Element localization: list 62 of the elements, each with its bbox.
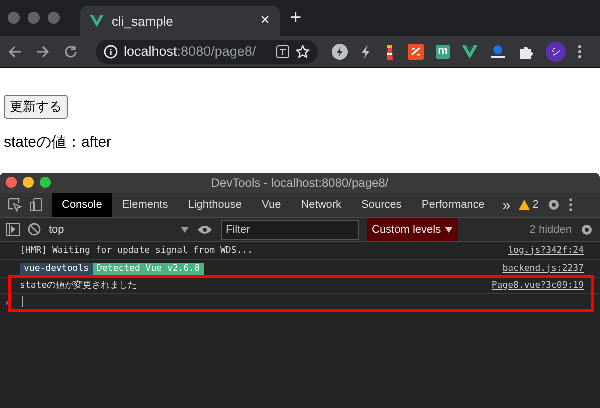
lighthouse-icon[interactable] bbox=[384, 44, 396, 60]
settings-icon[interactable] bbox=[546, 198, 561, 212]
filter-field[interactable]: Filter bbox=[221, 220, 359, 240]
more-menu-icon[interactable] bbox=[568, 198, 573, 212]
warning-count[interactable]: 2 bbox=[532, 199, 539, 211]
url-text: localhost:8080/page8/ bbox=[124, 44, 256, 59]
profile-avatar[interactable]: シ bbox=[546, 42, 566, 62]
translate-icon[interactable] bbox=[276, 44, 290, 58]
update-button[interactable]: 更新する bbox=[4, 95, 68, 119]
devtools-tab[interactable]: Network bbox=[291, 193, 352, 217]
minimize-window-icon[interactable] bbox=[23, 177, 34, 188]
vue-logo-icon bbox=[90, 15, 104, 27]
source-link[interactable]: log.js?342f:24 bbox=[508, 246, 584, 256]
warning-icon bbox=[518, 200, 530, 210]
devtools-tab[interactable]: Console bbox=[52, 193, 112, 217]
settings-icon[interactable] bbox=[580, 222, 594, 236]
percent-icon[interactable] bbox=[408, 44, 424, 60]
clear-console-icon[interactable] bbox=[28, 223, 41, 236]
more-menu-icon[interactable] bbox=[578, 44, 582, 58]
dropdown-icon bbox=[181, 226, 189, 232]
devtools-tab[interactable]: Vue bbox=[252, 193, 292, 217]
prompt-icon bbox=[6, 297, 12, 305]
maximize-window-icon[interactable] bbox=[40, 177, 51, 188]
inspect-icon[interactable] bbox=[8, 198, 22, 212]
close-window-icon[interactable] bbox=[6, 177, 17, 188]
console-badge: Detected Vue v2.6.8 bbox=[93, 262, 204, 274]
log-message: [HMR] Waiting for update signal from WDS... bbox=[20, 246, 253, 256]
browser-tab[interactable]: cli_sample × bbox=[80, 6, 280, 36]
device-icon[interactable] bbox=[30, 198, 44, 212]
eye-icon[interactable] bbox=[197, 224, 213, 234]
bolt-icon[interactable] bbox=[360, 44, 372, 58]
devtools-tab[interactable]: Sources bbox=[352, 193, 412, 217]
devtools-tab[interactable]: Performance bbox=[412, 193, 495, 217]
new-tab-button[interactable]: + bbox=[290, 6, 302, 30]
address-bar[interactable]: localhost:8080/page8/ bbox=[96, 40, 318, 64]
state-text: stateの値：after bbox=[4, 133, 113, 152]
hidden-count: 2 hidden bbox=[530, 224, 572, 236]
info-icon[interactable] bbox=[104, 44, 118, 58]
vue-logo-icon[interactable] bbox=[462, 44, 478, 58]
devtools-tab[interactable]: Elements bbox=[112, 193, 178, 217]
more-tabs-button[interactable]: » bbox=[502, 197, 511, 213]
close-tab-button[interactable]: × bbox=[260, 12, 270, 30]
dropdown-icon bbox=[445, 226, 454, 232]
forward-icon[interactable] bbox=[36, 44, 50, 58]
window-control-icon[interactable] bbox=[48, 12, 60, 24]
window-control-icon[interactable] bbox=[8, 12, 20, 24]
console-badge: vue-devtools bbox=[20, 262, 94, 274]
tab-title: cli_sample bbox=[112, 14, 174, 28]
source-link[interactable]: Page8.vue?3c09:19 bbox=[492, 280, 584, 290]
bolt-icon[interactable] bbox=[332, 44, 348, 60]
back-icon[interactable] bbox=[8, 44, 22, 58]
source-link[interactable]: backend.js:2237 bbox=[502, 264, 584, 274]
log-message: stateの値が変更されました bbox=[20, 280, 138, 292]
window-control-icon[interactable] bbox=[28, 12, 40, 24]
reload-icon[interactable] bbox=[64, 44, 78, 58]
tray-icon[interactable] bbox=[490, 44, 506, 60]
log-levels-dropdown[interactable]: Custom levels bbox=[367, 218, 458, 241]
devtools-tab[interactable]: Lighthouse bbox=[178, 193, 252, 217]
star-icon[interactable] bbox=[296, 44, 310, 58]
context-select[interactable]: top bbox=[49, 224, 189, 236]
window-title: DevTools - localhost:8080/page8/ bbox=[211, 176, 389, 190]
sidebar-toggle-icon[interactable] bbox=[6, 223, 20, 236]
